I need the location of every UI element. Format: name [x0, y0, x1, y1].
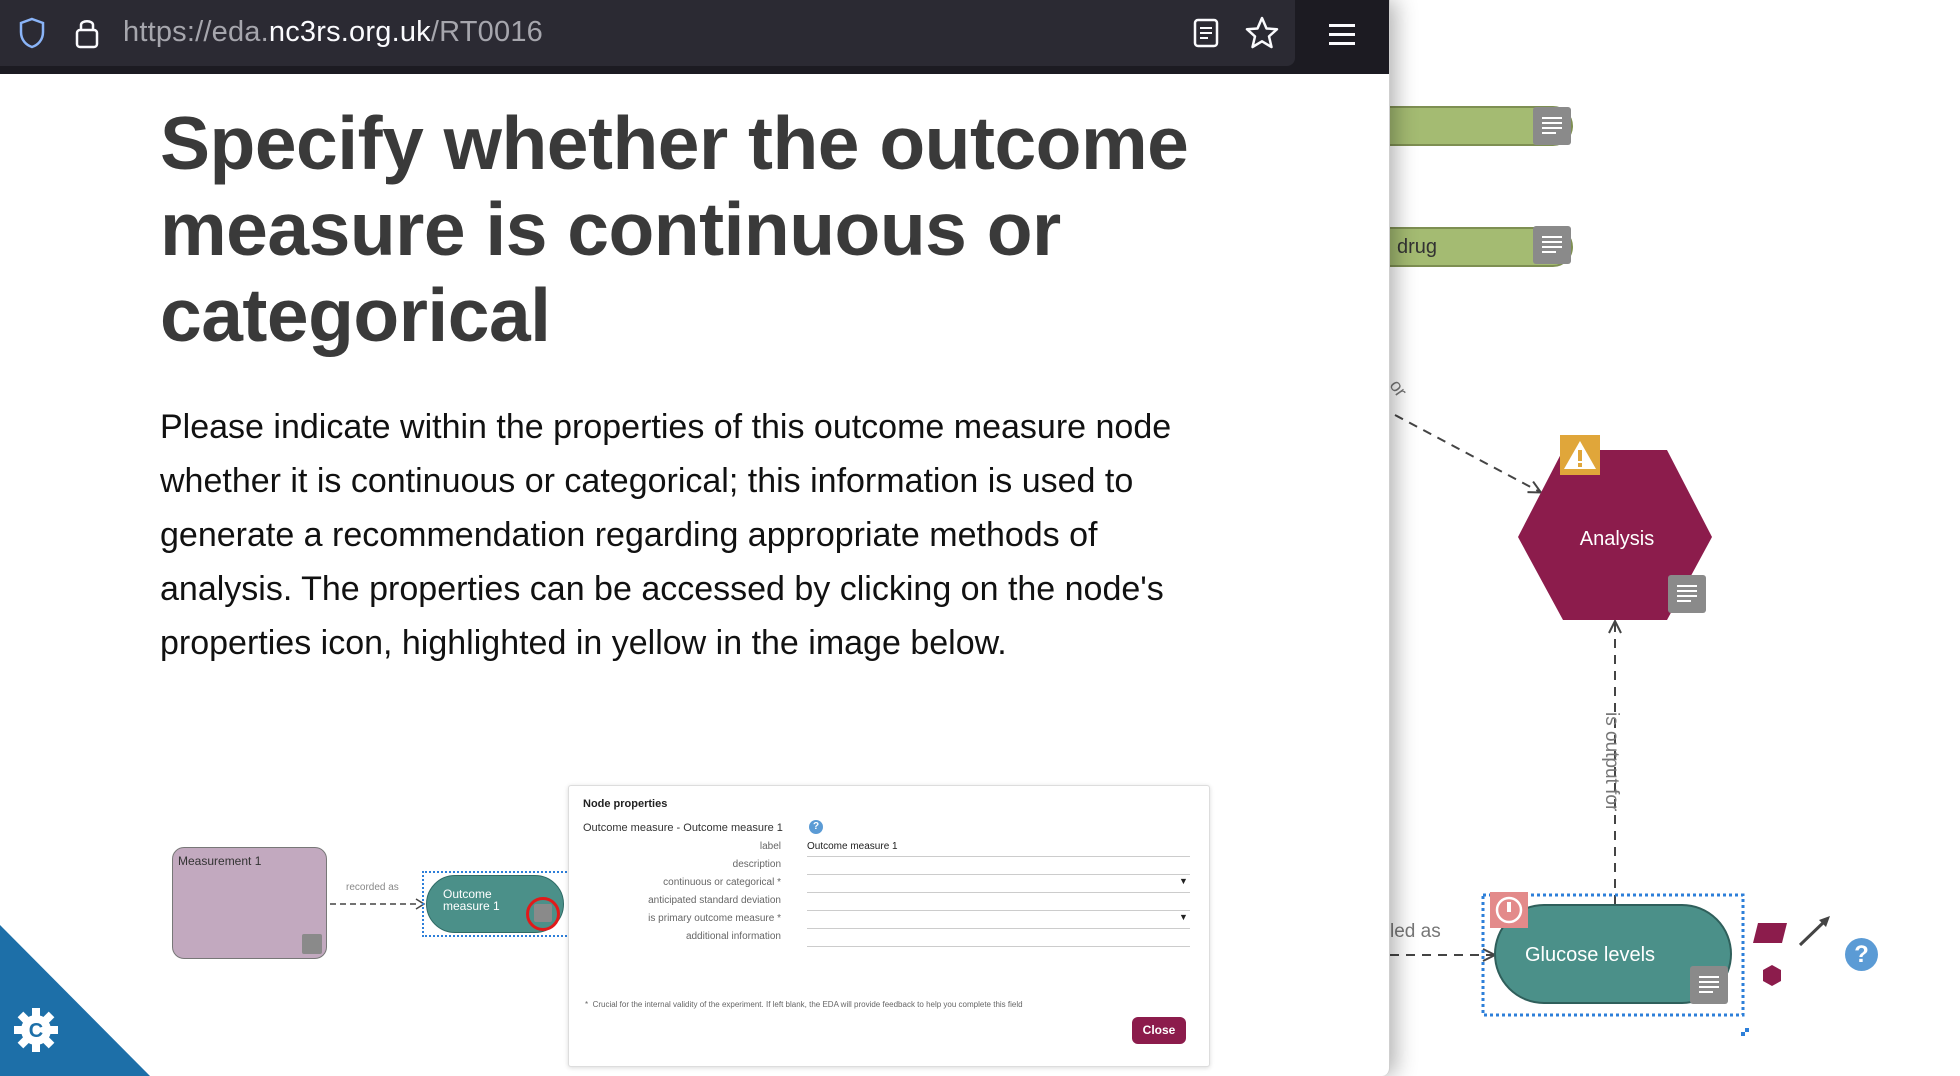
edge-output-label: is output for	[1601, 712, 1622, 812]
dialog-subtitle: Outcome measure - Outcome measure 1	[583, 822, 783, 834]
properties-icon[interactable]	[1690, 966, 1728, 1004]
figure-measurement-node: Measurement 1	[172, 847, 327, 959]
browser-toolbar: https://eda.nc3rs.org.uk/RT0016	[0, 0, 1389, 74]
figure-edge-label: recorded as	[346, 882, 399, 893]
properties-icon[interactable]	[1668, 575, 1706, 613]
drug-node-label: drug	[1397, 236, 1438, 258]
dialog-title: Node properties	[583, 798, 668, 810]
dialog-row: anticipated standard deviation	[581, 890, 1190, 911]
shield-icon[interactable]	[18, 17, 46, 49]
properties-icon[interactable]	[1533, 107, 1571, 145]
article-content: Specify whether the outcome measure is c…	[160, 100, 1220, 670]
url-text[interactable]: https://eda.nc3rs.org.uk/RT0016	[123, 16, 543, 49]
reader-view-icon[interactable]	[1193, 18, 1219, 48]
edge-recorded-label: led as	[1390, 921, 1441, 942]
browser-popup: https://eda.nc3rs.org.uk/RT0016 Specify …	[0, 0, 1390, 1076]
lock-icon	[75, 20, 99, 49]
dialog-footnote: * Crucial for the internal validity of t…	[585, 1000, 1023, 1009]
figure-outcome-label: Outcome measure 1	[443, 887, 500, 913]
parallelogram-tool-icon[interactable]	[1753, 923, 1787, 943]
help-icon: ?	[809, 820, 823, 834]
dialog-row: description	[581, 854, 1190, 875]
arrow-tool-icon[interactable]	[1798, 918, 1828, 947]
url-field[interactable]: https://eda.nc3rs.org.uk/RT0016	[0, 0, 1295, 66]
figure-measurement-label: Measurement 1	[178, 854, 262, 868]
analysis-node-label: Analysis	[1579, 528, 1655, 550]
gear-icon[interactable]: C	[12, 1006, 60, 1054]
dialog-row: continuous or categorical * ▼	[581, 872, 1190, 893]
dialog-row: additional information	[581, 926, 1190, 947]
hamburger-menu-icon[interactable]	[1329, 24, 1355, 46]
dialog-row: label Outcome measure 1	[581, 836, 1190, 857]
dialog-close-button: Close	[1132, 1017, 1186, 1044]
star-icon[interactable]	[1245, 16, 1279, 50]
properties-icon	[302, 934, 322, 954]
highlight-circle	[526, 897, 560, 931]
figure-node-properties-dialog: Node properties Outcome measure - Outcom…	[568, 785, 1210, 1067]
article-body: Please indicate within the properties of…	[160, 408, 1172, 662]
svg-text:C: C	[29, 1020, 43, 1042]
hexagon-tool-icon[interactable]	[1763, 965, 1781, 986]
dialog-row: is primary outcome measure * ▼	[581, 908, 1190, 929]
edge-to-analysis	[1394, 414, 1540, 492]
glucose-node-label: Glucose levels	[1525, 944, 1656, 966]
properties-icon[interactable]	[1533, 226, 1571, 264]
example-figure: Measurement 1 recorded as Outcome measur…	[160, 780, 1215, 1070]
page-title: Specify whether the outcome measure is c…	[160, 101, 1189, 357]
help-icon[interactable]: ?	[1845, 938, 1878, 971]
